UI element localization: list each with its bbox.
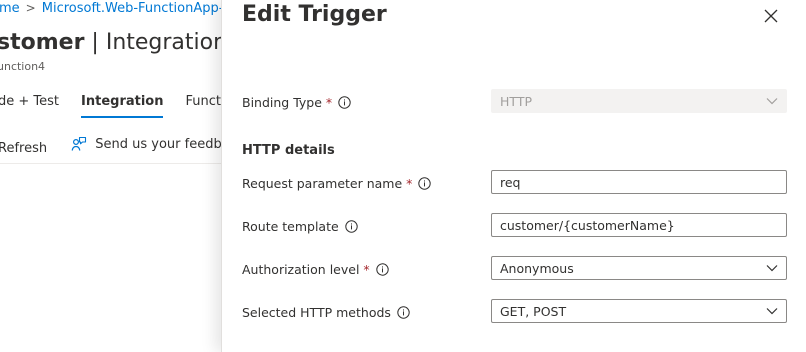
http-methods-row: Selected HTTP methods GET, POST [242, 299, 787, 325]
edit-trigger-panel: Edit Trigger Binding Type * HTTP HTTP de… [221, 0, 806, 352]
chevron-down-icon [766, 308, 778, 315]
http-methods-label-group: Selected HTTP methods [242, 305, 410, 320]
auth-level-value: Anonymous [500, 260, 574, 276]
info-icon[interactable] [375, 263, 389, 276]
breadcrumb: me > Microsoft.Web-FunctionApp-Po [0, 1, 221, 16]
route-template-label-group: Route template [242, 219, 358, 234]
info-icon[interactable] [397, 306, 410, 319]
route-template-row: Route template customer/{customerName} [242, 213, 787, 239]
chevron-down-icon [766, 265, 778, 272]
page-title-separator: | [84, 30, 106, 55]
request-param-input[interactable]: req [491, 170, 787, 194]
binding-type-dropdown: HTTP [491, 89, 787, 113]
app-root: me > Microsoft.Web-FunctionApp-Po stomer |… [0, 0, 806, 352]
binding-type-label: Binding Type [242, 95, 322, 110]
required-asterisk: * [363, 262, 370, 277]
info-icon[interactable] [338, 96, 351, 109]
http-methods-dropdown[interactable]: GET, POST [491, 299, 787, 323]
http-methods-label: Selected HTTP methods [242, 305, 391, 320]
request-param-label-group: Request parameter name * [242, 176, 432, 191]
binding-type-label-group: Binding Type * [242, 95, 351, 110]
info-icon[interactable] [344, 220, 358, 233]
tab-function[interactable]: Function [185, 94, 221, 118]
function-integration-blade: me > Microsoft.Web-FunctionApp-Po stomer |… [0, 0, 221, 352]
page-title-name: stomer [0, 30, 85, 55]
required-asterisk: * [406, 176, 413, 191]
tab-bar: de + Test Integration Function [0, 94, 221, 118]
page-title: stomer | Integration [0, 30, 221, 55]
refresh-button[interactable]: Refresh [0, 141, 47, 156]
page-title-section: Integration [105, 30, 221, 55]
auth-level-label-group: Authorization level * [242, 262, 389, 277]
chevron-right-icon: > [25, 1, 36, 15]
command-bar: Refresh Send us your feedback [0, 136, 221, 157]
http-methods-value: GET, POST [500, 303, 567, 319]
info-icon[interactable] [418, 177, 432, 190]
tab-integration[interactable]: Integration [81, 94, 164, 118]
panel-title: Edit Trigger [242, 2, 387, 27]
divider [0, 163, 221, 164]
binding-type-value: HTTP [500, 93, 532, 109]
page-subtitle: unction4 [0, 60, 46, 73]
route-template-label: Route template [242, 219, 339, 234]
feedback-icon [71, 136, 87, 151]
tab-code-test[interactable]: de + Test [0, 94, 59, 118]
auth-level-label: Authorization level [242, 262, 360, 277]
feedback-button[interactable]: Send us your feedback [71, 136, 221, 152]
request-param-value: req [500, 174, 521, 190]
required-asterisk: * [325, 95, 333, 110]
breadcrumb-home[interactable]: me [0, 1, 20, 16]
request-param-label: Request parameter name [242, 176, 403, 191]
close-button[interactable] [761, 6, 781, 26]
chevron-down-icon [766, 98, 778, 105]
http-details-heading: HTTP details [242, 143, 335, 158]
breadcrumb-resource[interactable]: Microsoft.Web-FunctionApp-Po [42, 1, 221, 16]
feedback-label: Send us your feedback [95, 136, 221, 152]
auth-level-row: Authorization level * Anonymous [242, 256, 787, 282]
refresh-label: Refresh [0, 141, 48, 156]
route-template-input[interactable]: customer/{customerName} [491, 213, 787, 237]
close-icon [764, 9, 778, 23]
binding-type-row: Binding Type * HTTP [242, 89, 787, 115]
route-template-value: customer/{customerName} [500, 217, 675, 233]
auth-level-dropdown[interactable]: Anonymous [491, 256, 787, 280]
request-param-row: Request parameter name * req [242, 170, 787, 196]
